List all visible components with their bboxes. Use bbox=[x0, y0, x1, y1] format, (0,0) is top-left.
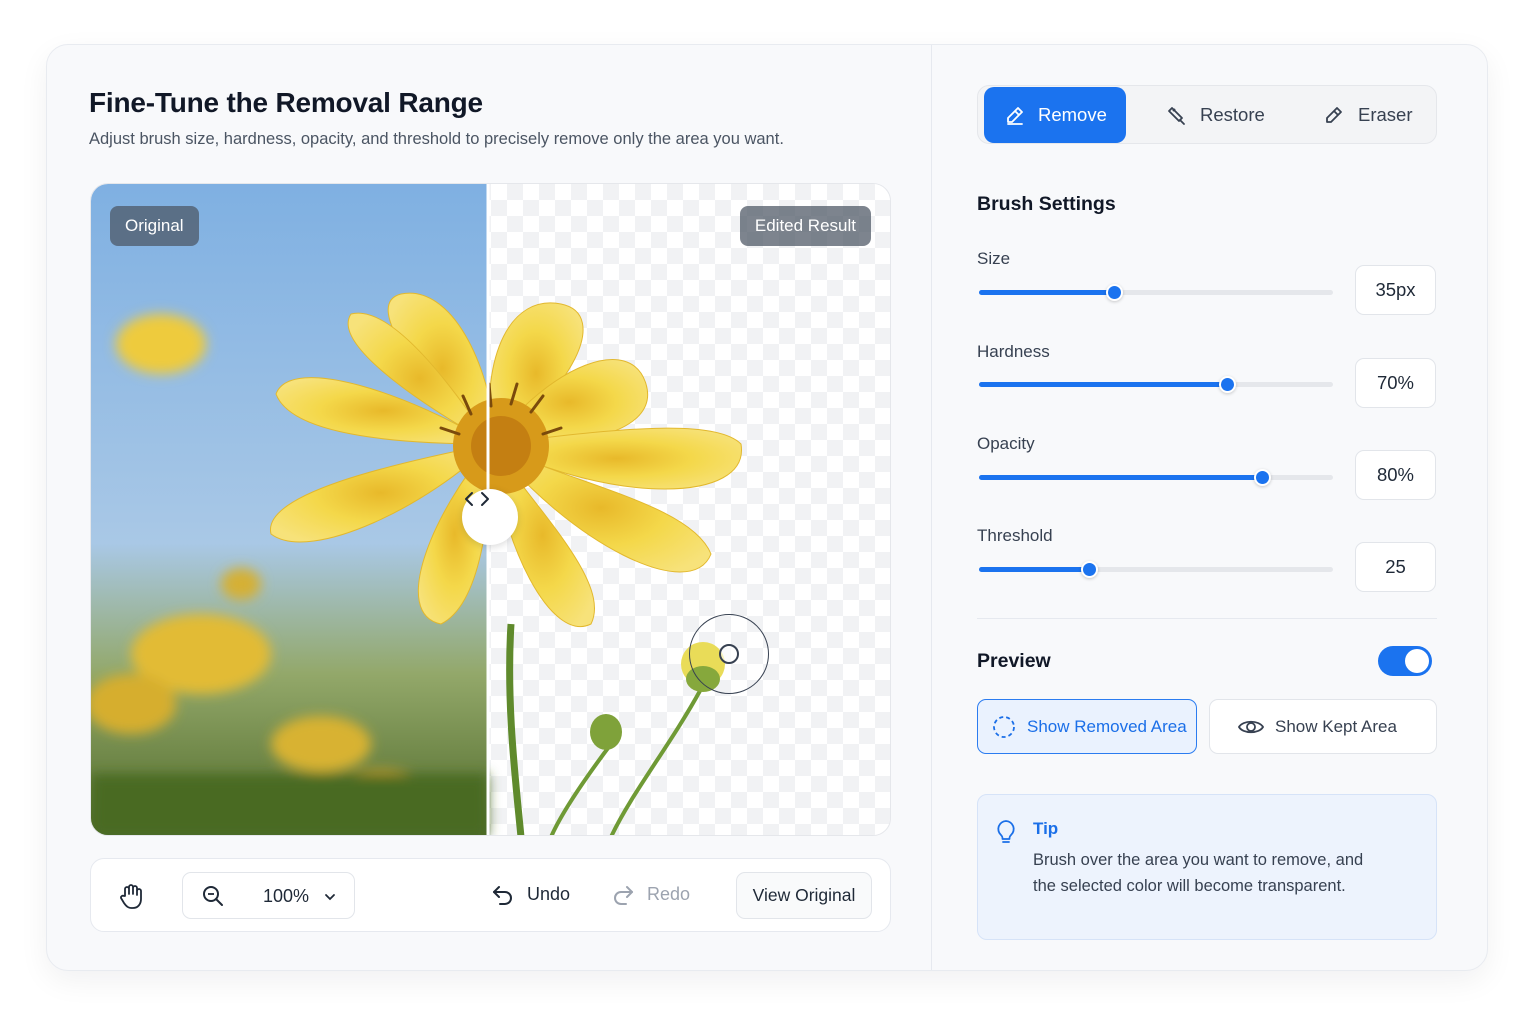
eraser-icon bbox=[1326, 107, 1342, 123]
tab-eraser[interactable]: Eraser bbox=[1304, 87, 1432, 143]
zoom-value: 100% bbox=[263, 886, 310, 906]
show-kept-area-button[interactable]: Show Kept Area bbox=[1209, 699, 1437, 754]
threshold-label: Threshold bbox=[977, 526, 1053, 545]
chevrons-left-right-icon bbox=[465, 492, 489, 506]
undo-icon bbox=[493, 886, 512, 905]
eye-icon bbox=[1238, 720, 1264, 733]
original-badge: Original bbox=[110, 206, 199, 246]
tab-restore[interactable]: Restore bbox=[1146, 87, 1286, 143]
undo-label: Undo bbox=[527, 883, 571, 904]
tab-restore-label: Restore bbox=[1200, 104, 1265, 125]
size-slider[interactable] bbox=[979, 284, 1333, 301]
hardness-slider-fill bbox=[979, 382, 1227, 387]
tip-title: Tip bbox=[1033, 819, 1059, 838]
undo-button[interactable]: Undo bbox=[491, 882, 570, 906]
editor-card: Fine-Tune the Removal Range Adjust brush… bbox=[46, 44, 1488, 971]
threshold-slider[interactable] bbox=[979, 561, 1333, 578]
restore-brush-icon bbox=[1168, 107, 1185, 125]
brush-cursor bbox=[689, 614, 769, 694]
show-kept-area-label: Show Kept Area bbox=[1275, 716, 1397, 736]
dashed-circle-icon bbox=[993, 715, 1015, 738]
hand-icon[interactable] bbox=[117, 882, 145, 910]
chevron-down-icon bbox=[325, 894, 335, 901]
mode-tabs: Remove Restore Eraser bbox=[977, 85, 1437, 144]
opacity-value[interactable]: 80% bbox=[1355, 450, 1436, 500]
redo-button[interactable]: Redo bbox=[611, 882, 690, 906]
compare-canvas[interactable]: Original Edited Result bbox=[90, 183, 891, 836]
page-subtitle: Adjust brush size, hardness, opacity, an… bbox=[89, 130, 784, 148]
edited-result-badge: Edited Result bbox=[739, 206, 871, 246]
opacity-slider-thumb[interactable] bbox=[1254, 469, 1272, 486]
redo-icon bbox=[614, 886, 633, 905]
tip-text: Brush over the area you want to remove, … bbox=[1033, 851, 1364, 895]
size-label: Size bbox=[977, 249, 1011, 268]
preview-toggle[interactable] bbox=[1378, 646, 1432, 676]
threshold-value[interactable]: 25 bbox=[1355, 542, 1436, 592]
zoom-in-icon bbox=[203, 886, 223, 906]
hardness-value[interactable]: 70% bbox=[1355, 358, 1436, 408]
brush-cursor-center bbox=[719, 644, 739, 664]
page-title: Fine-Tune the Removal Range bbox=[89, 87, 483, 118]
threshold-slider-fill bbox=[979, 567, 1089, 572]
section-divider bbox=[977, 618, 1437, 619]
size-slider-thumb[interactable] bbox=[1105, 284, 1123, 301]
brush-remove-icon bbox=[1007, 107, 1023, 125]
preview-heading: Preview bbox=[977, 650, 1051, 672]
canvas-toolbar: 100% Undo Redo View Original bbox=[90, 858, 891, 932]
brush-settings-heading: Brush Settings bbox=[977, 193, 1116, 215]
lightbulb-icon bbox=[997, 820, 1015, 843]
view-original-button[interactable]: View Original bbox=[736, 872, 872, 919]
show-removed-area-button[interactable]: Show Removed Area bbox=[977, 699, 1197, 754]
tab-eraser-label: Eraser bbox=[1358, 104, 1413, 125]
zoom-dropdown[interactable]: 100% bbox=[182, 872, 355, 919]
threshold-slider-thumb[interactable] bbox=[1080, 561, 1098, 578]
tab-remove-label: Remove bbox=[1038, 104, 1107, 125]
opacity-label: Opacity bbox=[977, 434, 1035, 453]
redo-label: Redo bbox=[647, 883, 691, 904]
split-handle[interactable] bbox=[462, 489, 518, 545]
tab-remove[interactable]: Remove bbox=[984, 87, 1126, 143]
size-value[interactable]: 35px bbox=[1355, 265, 1436, 315]
hardness-label: Hardness bbox=[977, 342, 1050, 361]
opacity-slider[interactable] bbox=[979, 469, 1333, 486]
hardness-slider-thumb[interactable] bbox=[1218, 376, 1236, 393]
show-removed-area-label: Show Removed Area bbox=[1027, 716, 1187, 736]
opacity-slider-fill bbox=[979, 475, 1263, 480]
tip-box: Tip Brush over the area you want to remo… bbox=[977, 794, 1437, 940]
preview-toggle-knob bbox=[1405, 649, 1429, 673]
hardness-slider[interactable] bbox=[979, 376, 1333, 393]
panel-divider bbox=[931, 45, 932, 970]
size-slider-fill bbox=[979, 290, 1114, 295]
